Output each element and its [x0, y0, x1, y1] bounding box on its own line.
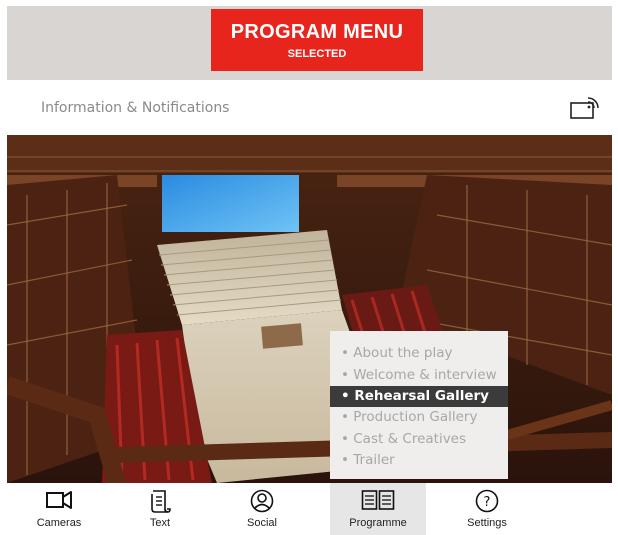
app-frame: PROGRAM MENU SELECTED Information & Noti… — [0, 0, 618, 535]
nav-social-label: Social — [247, 517, 277, 529]
program-menu-banner[interactable]: PROGRAM MENU SELECTED — [211, 9, 423, 71]
banner-subtitle: SELECTED — [287, 48, 347, 60]
submenu-item-about[interactable]: • About the play — [330, 343, 508, 364]
svg-text:?: ? — [484, 495, 491, 510]
nav-text-label: Text — [149, 517, 171, 529]
bottom-nav: Cameras Text Social Programme ? Settings — [7, 483, 612, 535]
theatre-illustration — [7, 135, 612, 483]
nav-settings-label: Settings — [467, 517, 507, 529]
programme-submenu: • About the play • Welcome & interview •… — [330, 331, 508, 479]
nav-cameras-label: Cameras — [36, 517, 82, 529]
submenu-item-production-gallery[interactable]: • Production Gallery — [330, 407, 508, 428]
banner-title: PROGRAM MENU — [230, 21, 404, 43]
help-icon: ? — [475, 489, 499, 513]
nav-programme[interactable]: Programme — [330, 483, 426, 535]
submenu-item-trailer[interactable]: • Trailer — [330, 450, 508, 471]
scroll-icon — [151, 490, 171, 513]
nav-cameras[interactable]: Cameras — [25, 483, 93, 535]
nav-text[interactable]: Text — [129, 483, 191, 535]
nav-settings[interactable]: ? Settings — [455, 483, 519, 535]
book-icon — [361, 490, 395, 510]
person-icon — [250, 489, 274, 513]
submenu-item-cast-creatives[interactable]: • Cast & Creatives — [330, 429, 508, 450]
theatre-photo — [7, 135, 612, 483]
info-notifications-bar[interactable]: Information & Notifications — [7, 80, 612, 135]
submenu-item-welcome[interactable]: • Welcome & interview — [330, 365, 508, 386]
nav-programme-label: Programme — [349, 517, 407, 529]
cast-icon[interactable] — [570, 96, 600, 120]
camera-icon — [46, 491, 72, 509]
submenu-item-rehearsal-gallery[interactable]: • Rehearsal Gallery — [330, 386, 508, 407]
nav-social[interactable]: Social — [229, 483, 295, 535]
info-notifications-label: Information & Notifications — [41, 100, 230, 116]
